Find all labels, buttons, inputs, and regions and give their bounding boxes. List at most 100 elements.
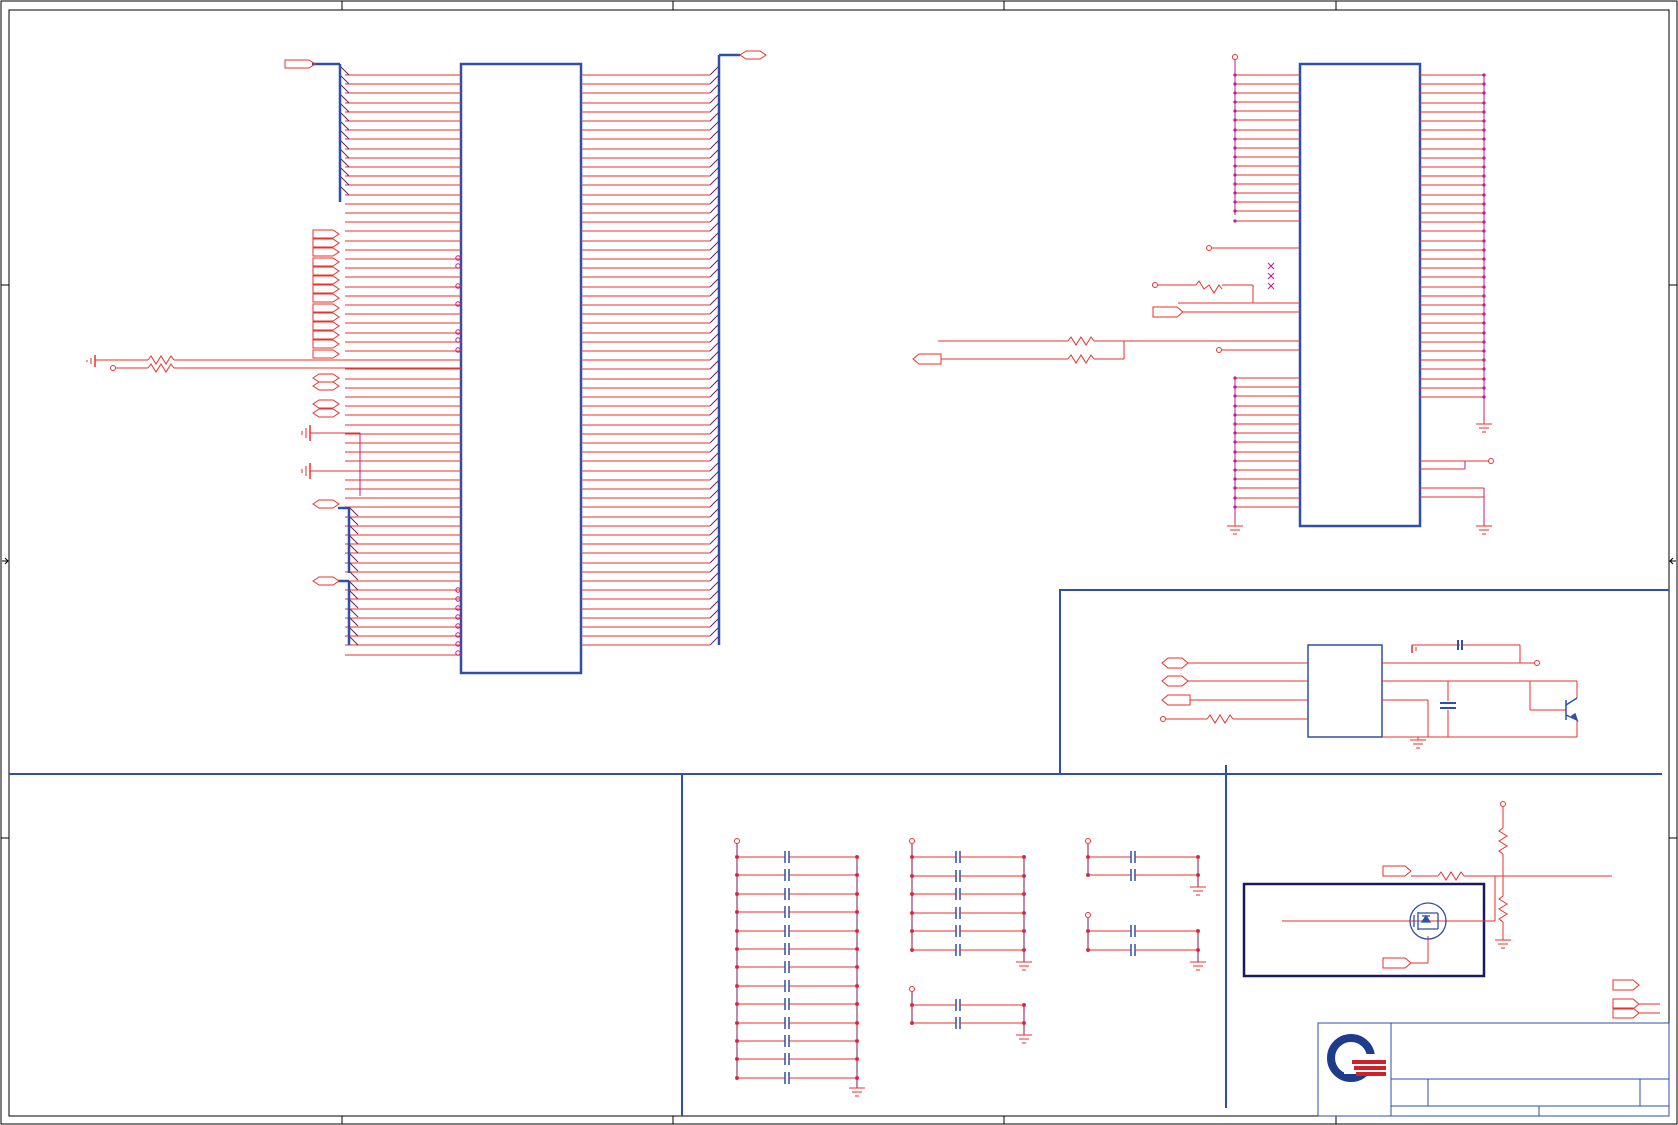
bus-entry xyxy=(709,599,720,610)
junction xyxy=(855,1002,859,1006)
offpage-connector xyxy=(312,330,340,340)
bus-entry xyxy=(709,534,720,545)
junction xyxy=(735,984,739,988)
bus-entry xyxy=(709,369,720,380)
resistor-icon xyxy=(147,363,175,373)
offpage-connector xyxy=(1152,306,1184,318)
junction xyxy=(735,929,739,933)
bus-entry xyxy=(709,295,720,306)
junction xyxy=(1022,855,1026,859)
junction xyxy=(1022,929,1026,933)
power-terminal xyxy=(909,838,915,844)
offpage-connector xyxy=(1612,979,1640,991)
junction xyxy=(735,1021,739,1025)
bus-entry xyxy=(348,506,359,517)
company-logo xyxy=(1327,1034,1386,1082)
junction xyxy=(1196,873,1200,877)
bus-entry xyxy=(709,249,720,260)
resistor-icon xyxy=(1498,895,1508,923)
junction xyxy=(1022,892,1026,896)
bus-entry xyxy=(339,185,350,196)
offpage-connector xyxy=(912,353,942,365)
transistor-icon[interactable] xyxy=(1565,697,1579,723)
bus-entry xyxy=(709,396,720,407)
junction xyxy=(910,892,914,896)
bus-entry xyxy=(339,148,350,159)
mosfet-switch-block[interactable] xyxy=(1242,882,1486,978)
junction xyxy=(855,965,859,969)
bus-entry xyxy=(709,74,720,85)
right-edge-connectors[interactable] xyxy=(1612,979,1660,1019)
sheet-frame xyxy=(0,0,1678,1125)
bus-entry xyxy=(709,516,720,527)
bus-entry xyxy=(709,470,720,481)
offpage-connector xyxy=(312,349,340,359)
offpage-connector xyxy=(312,339,340,349)
junction xyxy=(455,347,461,353)
section-dividers xyxy=(9,589,1669,1116)
power-terminal xyxy=(1232,54,1238,60)
offpage-connector xyxy=(1161,694,1191,706)
regulator-wiring xyxy=(1160,640,1578,749)
regulator-circuit-block[interactable] xyxy=(1307,644,1383,738)
junction xyxy=(910,948,914,952)
bus-entry xyxy=(709,525,720,536)
main-connector-block[interactable] xyxy=(312,53,740,675)
power-terminal xyxy=(734,838,740,844)
power-terminal xyxy=(110,365,116,371)
bus-entry xyxy=(709,194,720,205)
bus-entry xyxy=(709,488,720,499)
junction xyxy=(855,855,859,859)
main-connector-right-pins xyxy=(581,65,720,646)
junction xyxy=(455,623,461,629)
junction xyxy=(855,910,859,914)
offpage-connector xyxy=(312,408,340,418)
bus-entry xyxy=(709,231,720,242)
power-terminal xyxy=(1206,245,1212,251)
junction xyxy=(735,965,739,969)
bus-entry xyxy=(339,74,350,85)
bus-entry xyxy=(709,497,720,508)
junction xyxy=(455,283,461,289)
power-terminal xyxy=(1160,716,1166,722)
power-terminal xyxy=(1534,660,1540,666)
power-terminal xyxy=(1488,458,1494,464)
junction xyxy=(910,874,914,878)
bus-entry xyxy=(709,350,720,361)
junction xyxy=(910,1021,914,1025)
resistor-icon xyxy=(1195,280,1223,294)
offpage-connector xyxy=(1382,865,1412,877)
bus-entry xyxy=(709,424,720,435)
resistor-icon xyxy=(1206,714,1234,724)
bus-entry xyxy=(709,185,720,196)
bus-entry xyxy=(709,148,720,159)
bus-entry xyxy=(709,589,720,600)
bus-entry xyxy=(339,129,350,140)
junction xyxy=(735,1076,739,1080)
junction xyxy=(855,947,859,951)
offpage-connector xyxy=(312,312,340,322)
bus-entry xyxy=(709,415,720,426)
junction xyxy=(1196,929,1200,933)
secondary-ic-left-pins xyxy=(1233,73,1300,509)
bus-entry xyxy=(709,635,720,646)
bus-entry xyxy=(709,387,720,398)
bus-entry xyxy=(339,93,350,104)
offpage-connectors-main[interactable] xyxy=(284,50,767,586)
junction xyxy=(855,929,859,933)
offpage-connector xyxy=(312,381,340,391)
junction xyxy=(1086,855,1090,859)
bus-entry xyxy=(709,286,720,297)
offpage-connector xyxy=(312,229,340,239)
junction xyxy=(455,255,461,261)
power-terminal xyxy=(1216,347,1222,353)
junction xyxy=(735,873,739,877)
bus-entry xyxy=(339,139,350,150)
resistor-icon xyxy=(147,355,175,365)
bus-entry xyxy=(339,83,350,94)
secondary-ic-block[interactable] xyxy=(1233,62,1486,528)
junction xyxy=(855,984,859,988)
left-io-connectors[interactable] xyxy=(312,229,340,418)
junction xyxy=(910,855,914,859)
bus-entry xyxy=(709,580,720,591)
